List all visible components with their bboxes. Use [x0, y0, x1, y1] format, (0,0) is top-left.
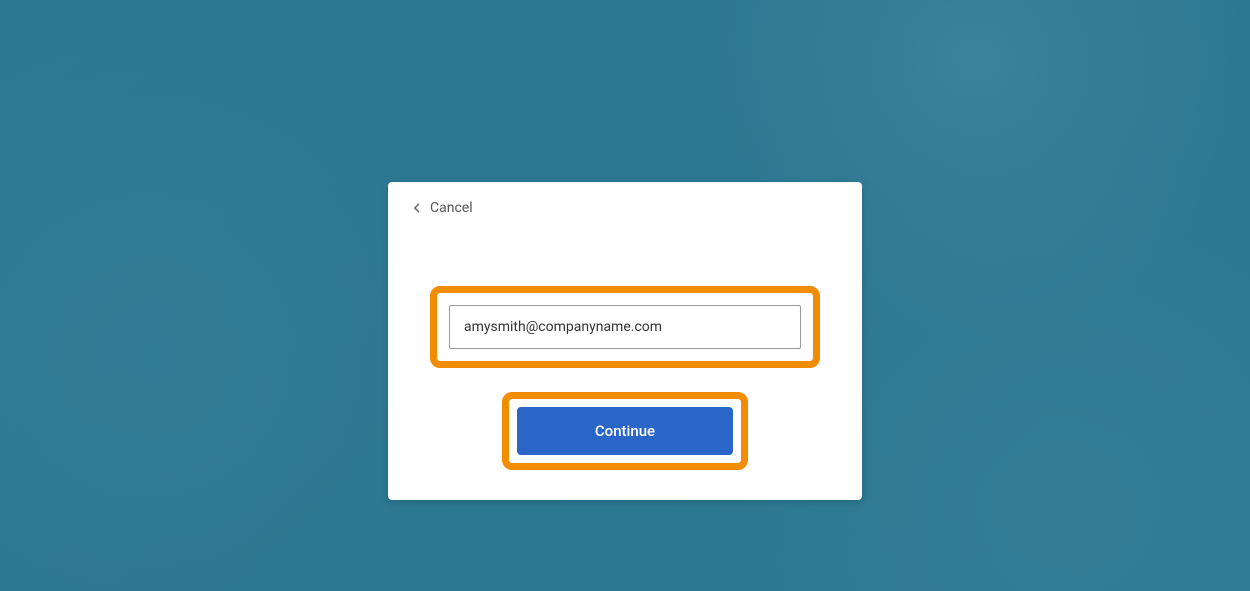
continue-button[interactable]: Continue: [517, 407, 733, 455]
cancel-link[interactable]: Cancel: [430, 200, 473, 216]
card-body: Continue: [388, 216, 862, 500]
email-input-highlight: [430, 286, 820, 368]
card-header: Cancel: [388, 182, 862, 216]
login-card: Cancel Continue: [388, 182, 862, 500]
continue-button-highlight: Continue: [502, 392, 748, 470]
chevron-left-icon: [410, 201, 424, 215]
email-input[interactable]: [449, 305, 801, 349]
background-scene: Cancel Continue: [0, 0, 1250, 591]
